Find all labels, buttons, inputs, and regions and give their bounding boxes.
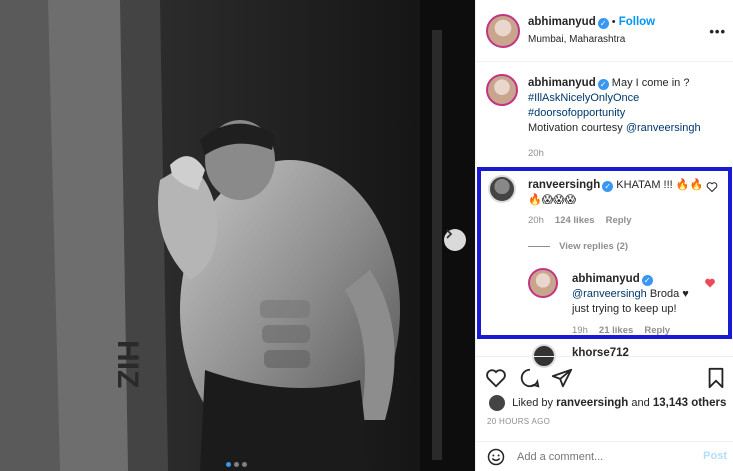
- post-header: abhimanyud ✓ • Follow Mumbai, Maharashtra…: [476, 0, 733, 62]
- add-comment-bar: Post: [475, 441, 733, 471]
- liked-by-line: Liked by ranveersingh and 13,143 others: [489, 395, 726, 411]
- liked-by-count[interactable]: 13,143 others: [653, 397, 727, 409]
- caption-text-block: abhimanyud ✓ May I come in ? #IllAskNicel…: [528, 76, 728, 161]
- hashtag-link[interactable]: #doorsofopportunity: [528, 107, 625, 119]
- carousel-dot: [242, 462, 247, 467]
- share-icon[interactable]: [551, 367, 573, 389]
- verified-badge-icon: ✓: [597, 79, 609, 90]
- mention-link[interactable]: @ranveersingh: [626, 122, 701, 134]
- follow-button[interactable]: Follow: [619, 16, 655, 28]
- post-actions-area: Liked by ranveersingh and 13,143 others …: [475, 356, 733, 471]
- more-options-icon[interactable]: •••: [709, 24, 726, 39]
- emoji-icon[interactable]: [487, 448, 505, 466]
- post-image[interactable]: HIZ: [0, 0, 475, 471]
- highlight-box: [477, 167, 732, 339]
- post-timestamp: 20 HOURS AGO: [487, 417, 551, 426]
- hashtag-link[interactable]: #IllAskNicelyOnlyOnce: [528, 92, 639, 104]
- like-heart-icon[interactable]: [485, 367, 507, 389]
- verified-badge-icon: ✓: [597, 18, 609, 29]
- avatar[interactable]: [486, 14, 520, 48]
- post-location[interactable]: Mumbai, Maharashtra: [528, 34, 625, 45]
- caption-username[interactable]: abhimanyud: [528, 77, 596, 89]
- comment-icon[interactable]: [519, 367, 541, 389]
- next-image-button[interactable]: [444, 229, 466, 251]
- caption-motivation-text: Motivation courtesy: [528, 122, 623, 134]
- post-username[interactable]: abhimanyud: [528, 16, 596, 28]
- carousel-dot: [234, 462, 239, 467]
- liked-by-user[interactable]: ranveersingh: [556, 397, 628, 409]
- avatar[interactable]: [489, 395, 505, 411]
- liked-by-prefix: Liked by: [512, 396, 554, 409]
- caption-time: 20h: [528, 148, 544, 159]
- caption-text: May I come in ?: [611, 77, 690, 89]
- post-photo-art: HIZ: [0, 0, 475, 471]
- liked-by-and: and: [631, 396, 650, 409]
- post-comment-button[interactable]: Post: [703, 450, 727, 462]
- carousel-indicator: [226, 462, 247, 467]
- add-comment-input[interactable]: [517, 448, 687, 466]
- carousel-dot: [226, 462, 231, 467]
- separator-dot: •: [611, 16, 619, 28]
- avatar[interactable]: [486, 74, 518, 106]
- chevron-right-icon: [446, 229, 453, 239]
- save-bookmark-icon[interactable]: [707, 367, 725, 389]
- svg-text:HIZ: HIZ: [111, 340, 144, 388]
